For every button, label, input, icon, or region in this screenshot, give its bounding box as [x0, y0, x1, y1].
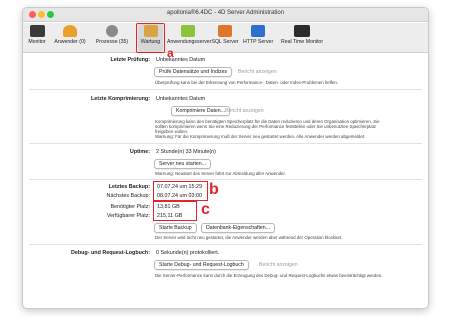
database-properties-button[interactable]: Datenbank-Eigenschaften... [201, 223, 276, 233]
tab-prozesse[interactable]: Prozesse (35) [95, 24, 129, 52]
http-server-icon [251, 25, 265, 37]
start-debug-log-button[interactable]: Starte Debug- und Request-Logbuch [154, 260, 249, 270]
tab-label: SQL Server [211, 39, 239, 45]
annotation-box-backup-dates [153, 181, 208, 201]
section-divider [29, 179, 422, 180]
debug-log-value: 0 Sekunde(n) protokolliert. [156, 250, 220, 256]
tab-label: Anwendungsserver [167, 39, 212, 45]
annotation-highlight-wartung [136, 23, 165, 53]
check-note: Überprüfung kann bei der Erkennung von P… [155, 80, 339, 85]
tab-label: Prozesse (35) [95, 39, 129, 45]
compact-report-button[interactable]: Bericht anzeigen [225, 106, 264, 116]
tab-anwender[interactable]: Anwender (0) [53, 24, 87, 52]
annotation-label-c: c [201, 201, 210, 218]
annotation-label-b: b [209, 181, 219, 198]
free-space-label: Verfügbarer Platz: [106, 213, 150, 219]
tab-label: Anwender (0) [54, 39, 86, 45]
last-check-value: Unbekanntes Datum [156, 57, 206, 63]
processes-icon [106, 25, 118, 37]
monitor-icon [29, 25, 45, 37]
tab-monitor[interactable]: Monitor [25, 24, 49, 52]
uptime-label: Uptime: [129, 149, 150, 155]
tab-http-server[interactable]: HTTP Server [243, 24, 273, 52]
realtime-monitor-icon [294, 25, 310, 37]
restart-note: Warnung: Neustart des Server führt zur A… [155, 171, 286, 176]
next-backup-label: Nächstes Backup: [106, 193, 150, 199]
section-divider [29, 244, 422, 245]
last-compact-label: Letzte Komprimierung: [91, 96, 150, 102]
last-backup-label: Letztes Backup: [108, 184, 150, 190]
last-check-label: Letzte Prüfung: [110, 57, 150, 63]
tab-real-time-monitor[interactable]: Real Time Monitor [279, 24, 325, 52]
maintenance-panel: Letzte Prüfung: Unbekanntes Datum Prüfe … [23, 54, 428, 308]
backup-note: Der Server wird nicht neu gestartet, die… [155, 235, 343, 240]
debug-log-report-button[interactable]: Bericht anzeigen [259, 260, 298, 270]
toolbar: Monitor Anwender (0) Prozesse (35) Wartu… [23, 23, 428, 53]
last-compact-value: Unbekanntes Datum [156, 96, 206, 102]
debug-log-label: Debug- und Request-Logbuch: [70, 250, 150, 256]
check-report-button[interactable]: Bericht anzeigen [238, 67, 277, 77]
tab-label: Real Time Monitor [280, 39, 324, 45]
tab-label: Monitor [28, 39, 46, 45]
compact-data-button[interactable]: Komprimiere Daten... [171, 106, 231, 116]
section-divider [29, 143, 422, 144]
app-server-icon [181, 25, 195, 37]
restart-server-button[interactable]: Server neu starten... [154, 159, 211, 169]
debug-log-note: Die Server-Performance kann durch die Er… [155, 273, 383, 278]
annotation-box-disk-space [153, 201, 197, 221]
needed-space-label: Benötigter Platz: [110, 204, 150, 210]
compact-note-line: Warnung: Für die Komprimierung muß der S… [155, 134, 366, 139]
tab-sql-server[interactable]: SQL Server [211, 24, 239, 52]
tab-label: HTTP Server [243, 39, 274, 45]
title-bar: apollonia®6.4DC - 4D Server Administrati… [23, 8, 428, 22]
check-records-indexes-button[interactable]: Prüfe Datensätze und Indizes [154, 67, 233, 77]
users-icon [63, 25, 77, 37]
server-admin-window: apollonia®6.4DC - 4D Server Administrati… [22, 7, 429, 309]
uptime-value: 2 Stunde(n) 33 Minute(n) [156, 149, 216, 155]
start-backup-button[interactable]: Starte Backup [154, 223, 197, 233]
sql-server-icon [218, 25, 232, 37]
section-divider [29, 89, 422, 90]
window-title: apollonia®6.4DC - 4D Server Administrati… [166, 10, 285, 16]
